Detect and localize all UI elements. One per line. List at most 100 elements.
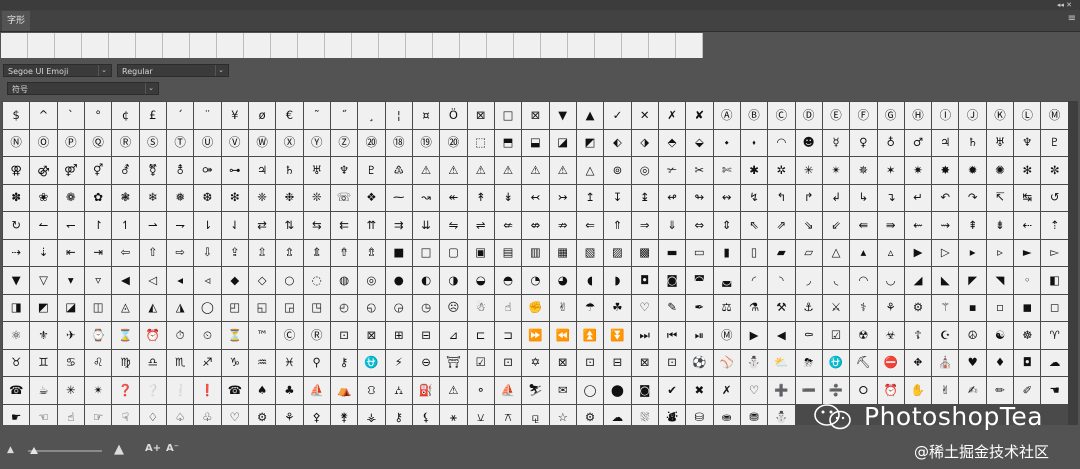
- glyph-cell[interactable]: ◓: [494, 267, 522, 294]
- glyph-cell[interactable]: ⚺: [467, 404, 494, 425]
- glyph-cell[interactable]: ⚠: [549, 157, 576, 184]
- glyph-cell[interactable]: Ⓣ: [166, 129, 194, 156]
- glyph-cell[interactable]: ⛃: [740, 404, 768, 425]
- glyph-cell[interactable]: ⛅: [768, 349, 795, 376]
- recent-glyph-slot[interactable]: [541, 33, 568, 58]
- glyph-cell[interactable]: ⊿: [440, 322, 467, 349]
- glyph-cell[interactable]: ▩: [631, 239, 658, 266]
- glyph-cell[interactable]: ✈: [57, 322, 84, 349]
- glyph-cell[interactable]: ⬒: [494, 129, 522, 156]
- glyph-cell[interactable]: `: [57, 102, 84, 129]
- glyph-cell[interactable]: ↳: [850, 184, 877, 211]
- glyph-cell[interactable]: ◠: [850, 267, 877, 294]
- glyph-cell[interactable]: ▶: [740, 322, 768, 349]
- recent-glyph-slot[interactable]: [55, 33, 82, 58]
- glyph-cell[interactable]: ◡: [877, 267, 904, 294]
- glyph-cell[interactable]: ⇍: [494, 212, 522, 239]
- glyph-cell[interactable]: ⇐: [576, 212, 604, 239]
- glyph-cell[interactable]: ♡: [221, 404, 248, 425]
- glyph-cell[interactable]: ⇘: [795, 212, 822, 239]
- glyph-cell[interactable]: ⚛: [3, 322, 30, 349]
- glyph-cell[interactable]: ⚒: [768, 294, 795, 321]
- glyph-cell[interactable]: ☃: [467, 294, 494, 321]
- glyph-cell[interactable]: ⛂: [713, 404, 740, 425]
- glyph-cell[interactable]: ⛵: [494, 377, 522, 404]
- glyph-cell[interactable]: ⛼: [385, 377, 412, 404]
- glyph-cell[interactable]: ♅: [986, 129, 1014, 156]
- glyph-cell[interactable]: ⇡: [1041, 212, 1068, 239]
- glyph-cell[interactable]: ⭘: [850, 377, 877, 404]
- glyph-cell[interactable]: ⚠: [467, 157, 494, 184]
- glyph-cell[interactable]: ✲: [768, 157, 795, 184]
- glyph-cell[interactable]: ⇎: [522, 212, 549, 239]
- glyph-cell[interactable]: ❀: [30, 184, 57, 211]
- glyph-cell[interactable]: ◘: [1014, 349, 1041, 376]
- glyph-cell[interactable]: ✼: [1041, 157, 1068, 184]
- glyph-cell[interactable]: ◀: [112, 267, 139, 294]
- glyph-cell[interactable]: ☣: [877, 322, 904, 349]
- glyph-cell[interactable]: ⑱: [385, 129, 412, 156]
- recent-glyph-slot[interactable]: [163, 33, 190, 58]
- glyph-cell[interactable]: ⊡: [494, 349, 522, 376]
- glyph-cell[interactable]: ⚣: [30, 157, 57, 184]
- glyph-cell[interactable]: ⚹: [440, 404, 467, 425]
- glyph-cell[interactable]: ⛩: [440, 349, 467, 376]
- glyph-cell[interactable]: ↣: [549, 184, 576, 211]
- glyph-cell[interactable]: ⛺: [330, 377, 358, 404]
- large-mountain-icon[interactable]: ▲: [114, 442, 124, 457]
- glyph-cell[interactable]: ►: [1014, 239, 1041, 266]
- glyph-cell[interactable]: ♄: [276, 157, 303, 184]
- glyph-cell[interactable]: ♧: [194, 404, 221, 425]
- glyph-cell[interactable]: ✄: [713, 157, 740, 184]
- glyph-cell[interactable]: ◥: [986, 267, 1014, 294]
- glyph-cell[interactable]: ◶: [385, 294, 412, 321]
- glyph-cell[interactable]: ⇭: [303, 239, 330, 266]
- glyph-cell[interactable]: ◪: [57, 294, 84, 321]
- glyph-cell[interactable]: ⏭: [631, 322, 658, 349]
- glyph-cell[interactable]: ✗: [713, 377, 740, 404]
- tab-glyphs[interactable]: 字形: [2, 11, 30, 31]
- glyph-cell[interactable]: ♓: [276, 349, 303, 376]
- glyph-cell[interactable]: ✖: [686, 377, 713, 404]
- glyph-cell[interactable]: ❈: [248, 184, 276, 211]
- glyph-cell[interactable]: $: [3, 102, 30, 129]
- glyph-cell[interactable]: ✊: [522, 294, 549, 321]
- glyph-cell[interactable]: ▼: [549, 102, 576, 129]
- glyph-cell[interactable]: ⊠: [631, 349, 658, 376]
- glyph-cell[interactable]: ☘: [604, 294, 631, 321]
- glyph-cell[interactable]: ◠: [768, 129, 795, 156]
- glyph-cell[interactable]: ⬤: [604, 377, 631, 404]
- glyph-cell[interactable]: ✘: [686, 102, 713, 129]
- glyph-cell[interactable]: ◞: [795, 267, 822, 294]
- recent-glyph-slot[interactable]: [190, 33, 217, 58]
- glyph-cell[interactable]: Ⓚ: [986, 102, 1014, 129]
- glyph-cell[interactable]: ↽: [57, 212, 84, 239]
- glyph-cell[interactable]: ◯: [194, 294, 221, 321]
- glyph-cell[interactable]: ⇦: [112, 239, 139, 266]
- glyph-cell[interactable]: ◷: [412, 294, 440, 321]
- glyph-cell[interactable]: ↬: [686, 184, 713, 211]
- glyph-cell[interactable]: ◣: [932, 267, 959, 294]
- glyph-cell[interactable]: ⏫: [576, 322, 604, 349]
- glyph-cell[interactable]: ▢: [440, 239, 467, 266]
- glyph-cell[interactable]: ☻: [795, 129, 822, 156]
- glyph-cell[interactable]: ❔: [139, 377, 166, 404]
- recent-glyph-slot[interactable]: [649, 33, 676, 58]
- glyph-cell[interactable]: ✴: [822, 157, 850, 184]
- glyph-cell[interactable]: ⏪: [549, 322, 576, 349]
- glyph-cell[interactable]: ⊶: [221, 157, 248, 184]
- glyph-cell[interactable]: ⊟: [412, 322, 440, 349]
- glyph-cell[interactable]: ☕: [30, 377, 57, 404]
- glyph-cell[interactable]: ↾: [84, 212, 112, 239]
- glyph-cell[interactable]: ⏯: [686, 322, 713, 349]
- glyph-cell[interactable]: Ⓦ: [248, 129, 276, 156]
- glyph-cell[interactable]: ⇬: [276, 239, 303, 266]
- recent-glyph-slot[interactable]: [433, 33, 460, 58]
- glyph-cell[interactable]: ☢: [850, 322, 877, 349]
- glyph-cell[interactable]: ♡: [631, 294, 658, 321]
- glyph-cell[interactable]: ⚠: [412, 157, 440, 184]
- zoom-slider[interactable]: [28, 450, 102, 452]
- glyph-cell[interactable]: ✱: [740, 157, 768, 184]
- glyph-cell[interactable]: ▿: [84, 267, 112, 294]
- glyph-cell[interactable]: ⏱: [166, 322, 194, 349]
